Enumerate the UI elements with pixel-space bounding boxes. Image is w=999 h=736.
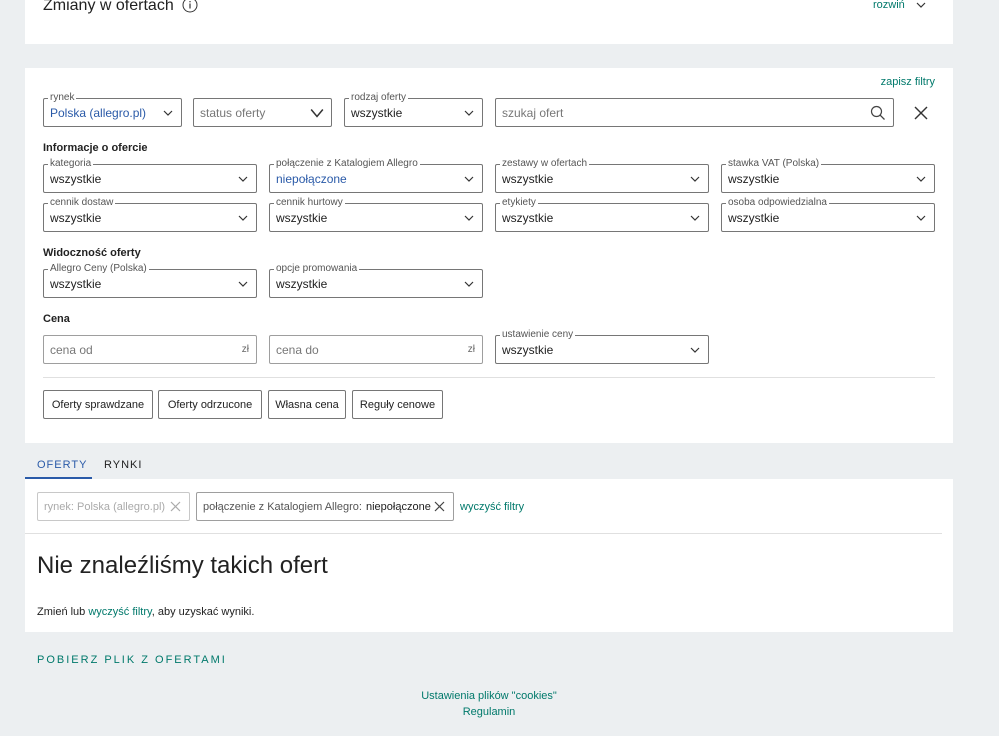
responsible-value: wszystkie bbox=[728, 211, 780, 225]
sets-select[interactable]: zestawy w ofertach wszystkie bbox=[495, 158, 709, 193]
offer-type-legend: rodzaj oferty bbox=[349, 92, 409, 104]
catalog-filter-chip: połączenie z Katalogiem Allegro: niepołą… bbox=[196, 492, 454, 521]
own-price-button[interactable]: Własna cena bbox=[268, 390, 346, 419]
responsible-select[interactable]: osoba odpowiedzialna wszystkie bbox=[721, 197, 935, 232]
status-value: status oferty bbox=[200, 106, 266, 120]
vat-legend: stawka VAT (Polska) bbox=[726, 158, 822, 170]
chevron-down-icon bbox=[916, 215, 926, 221]
close-icon[interactable] bbox=[914, 106, 928, 120]
catalog-chip-key: połączenie z Katalogiem Allegro: bbox=[203, 500, 362, 513]
page-title: Zmiany w ofertach bbox=[43, 0, 174, 14]
empty-results-title: Nie znaleźliśmy takich ofert bbox=[37, 552, 328, 579]
cookie-settings-link[interactable]: Ustawienia plików "cookies" bbox=[0, 690, 978, 702]
allegro-prices-legend: Allegro Ceny (Polska) bbox=[48, 263, 149, 275]
catalog-value: niepołączone bbox=[276, 172, 347, 186]
responsible-legend: osoba odpowiedzialna bbox=[726, 197, 829, 209]
labels-select[interactable]: etykiety wszystkie bbox=[495, 197, 709, 232]
market-select[interactable]: rynek Polska (allegro.pl) bbox=[43, 92, 182, 127]
close-icon[interactable] bbox=[170, 501, 181, 512]
price-setting-value: wszystkie bbox=[502, 343, 554, 357]
sets-value: wszystkie bbox=[502, 172, 554, 186]
price-from-input[interactable]: cena od zł bbox=[43, 335, 257, 364]
delivery-select[interactable]: cennik dostaw wszystkie bbox=[43, 197, 257, 232]
divider bbox=[25, 533, 942, 534]
search-icon[interactable] bbox=[870, 105, 886, 121]
currency-unit: zł bbox=[241, 344, 249, 355]
chevron-down-icon bbox=[690, 347, 700, 353]
category-legend: kategoria bbox=[48, 158, 94, 170]
currency-unit: zł bbox=[467, 344, 475, 355]
offer-type-select[interactable]: rodzaj oferty wszystkie bbox=[344, 92, 483, 127]
changes-panel: Zmiany w ofertach rozwiń bbox=[25, 0, 953, 44]
chevron-down-icon bbox=[464, 110, 474, 116]
terms-link[interactable]: Regulamin bbox=[0, 706, 978, 718]
promo-legend: opcje promowania bbox=[274, 263, 360, 275]
status-select[interactable]: status oferty bbox=[193, 98, 332, 127]
tab-markets[interactable]: RYNKI bbox=[104, 459, 142, 471]
catalog-select[interactable]: połączenie z Katalogiem Allegro niepołąc… bbox=[269, 158, 483, 193]
offer-type-value: wszystkie bbox=[351, 106, 403, 120]
catalog-chip-value: niepołączone bbox=[365, 500, 431, 513]
info-icon[interactable] bbox=[182, 0, 198, 13]
market-legend: rynek bbox=[48, 92, 77, 104]
empty-results-hint: Zmień lub wyczyść filtry, aby uzyskać wy… bbox=[37, 606, 254, 618]
chevron-down-icon[interactable] bbox=[915, 0, 927, 10]
delivery-value: wszystkie bbox=[50, 211, 102, 225]
price-setting-select[interactable]: ustawienie ceny wszystkie bbox=[495, 329, 709, 364]
chevron-down-icon bbox=[238, 176, 248, 182]
checked-offers-button[interactable]: Oferty sprawdzane bbox=[43, 390, 153, 419]
price-from-placeholder: cena od bbox=[50, 343, 93, 357]
chevron-down-icon bbox=[464, 176, 474, 182]
chevron-down-icon bbox=[163, 110, 173, 116]
catalog-legend: połączenie z Katalogiem Allegro bbox=[274, 158, 420, 170]
chevron-down-icon bbox=[310, 109, 324, 118]
wholesale-select[interactable]: cennik hurtowy wszystkie bbox=[269, 197, 483, 232]
search-field[interactable]: szukaj ofert bbox=[495, 98, 894, 127]
market-filter-chip: rynek: Polska (allegro.pl) bbox=[37, 492, 190, 521]
clear-filters-inline-link[interactable]: wyczyść filtry bbox=[88, 606, 151, 618]
visibility-section-title: Widoczność oferty bbox=[43, 247, 141, 259]
chevron-down-icon bbox=[464, 215, 474, 221]
divider bbox=[43, 377, 935, 378]
price-setting-legend: ustawienie ceny bbox=[500, 329, 576, 341]
chevron-down-icon bbox=[238, 215, 248, 221]
hint-text-before: Zmień lub bbox=[37, 606, 86, 618]
search-input[interactable]: szukaj ofert bbox=[502, 106, 563, 120]
price-rules-button[interactable]: Reguły cenowe bbox=[352, 390, 443, 419]
wholesale-value: wszystkie bbox=[276, 211, 328, 225]
chevron-down-icon bbox=[916, 176, 926, 182]
chevron-down-icon bbox=[464, 281, 474, 287]
price-section-title: Cena bbox=[43, 313, 70, 325]
market-chip-label: rynek: Polska (allegro.pl) bbox=[44, 500, 166, 513]
sets-legend: zestawy w ofertach bbox=[500, 158, 590, 170]
info-section-title: Informacje o ofercie bbox=[43, 142, 148, 154]
chevron-down-icon bbox=[690, 176, 700, 182]
download-offers-link[interactable]: POBIERZ PLIK Z OFERTAMI bbox=[37, 654, 227, 666]
labels-legend: etykiety bbox=[500, 197, 538, 209]
category-value: wszystkie bbox=[50, 172, 102, 186]
filters-panel: zapisz filtry rynek Polska (allegro.pl) … bbox=[25, 68, 953, 443]
save-filters-link[interactable]: zapisz filtry bbox=[881, 76, 935, 88]
chevron-down-icon bbox=[238, 281, 248, 287]
labels-value: wszystkie bbox=[502, 211, 554, 225]
rejected-offers-button[interactable]: Oferty odrzucone bbox=[158, 390, 262, 419]
vat-value: wszystkie bbox=[728, 172, 780, 186]
category-select[interactable]: kategoria wszystkie bbox=[43, 158, 257, 193]
close-icon[interactable] bbox=[434, 501, 445, 512]
allegro-prices-value: wszystkie bbox=[50, 277, 102, 291]
price-to-input[interactable]: cena do zł bbox=[269, 335, 483, 364]
vat-select[interactable]: stawka VAT (Polska) wszystkie bbox=[721, 158, 935, 193]
chevron-down-icon bbox=[690, 215, 700, 221]
delivery-legend: cennik dostaw bbox=[48, 197, 116, 209]
clear-filters-link[interactable]: wyczyść filtry bbox=[460, 501, 524, 513]
expand-link[interactable]: rozwiń bbox=[873, 0, 905, 11]
price-to-placeholder: cena do bbox=[276, 343, 319, 357]
promo-value: wszystkie bbox=[276, 277, 328, 291]
promo-select[interactable]: opcje promowania wszystkie bbox=[269, 263, 483, 298]
allegro-prices-select[interactable]: Allegro Ceny (Polska) wszystkie bbox=[43, 263, 257, 298]
tab-offers[interactable]: OFERTY bbox=[37, 459, 87, 471]
wholesale-legend: cennik hurtowy bbox=[274, 197, 345, 209]
hint-text-after: , aby uzyskać wyniki. bbox=[151, 606, 255, 618]
market-value: Polska (allegro.pl) bbox=[50, 106, 147, 120]
